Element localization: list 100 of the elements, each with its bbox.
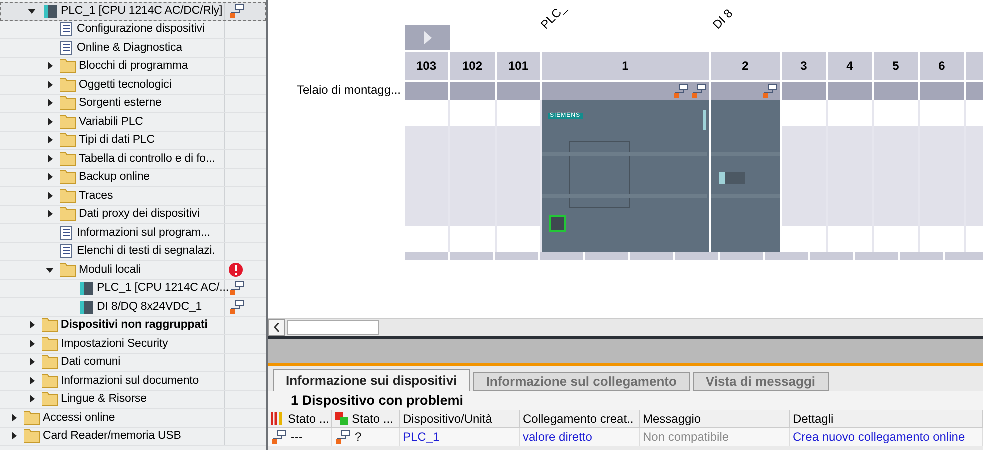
column-header[interactable]: Stato ... [332,410,400,428]
document-icon [60,244,74,258]
device-module-icon [42,4,58,18]
column-header[interactable]: Dispositivo/Unità [400,410,520,428]
table-cell[interactable]: valore diretto [520,428,640,446]
tree-item[interactable]: Card Reader/memoria USB [0,428,266,446]
column-title: Stato ... [352,412,394,426]
table-cell[interactable]: Crea nuovo collegamento online [790,428,983,446]
tree-item[interactable]: Configurazione dispositivi [0,20,266,39]
column-title: Messaggio [643,412,702,426]
scroll-left-button[interactable] [268,319,285,336]
tree-item-label: Configurazione dispositivi [77,23,205,36]
module-name-label: DI 8 [710,6,736,32]
chevron-left-icon [274,323,280,332]
cell-link[interactable]: valore diretto [523,430,592,444]
tab[interactable]: Vista di messaggi [692,372,828,391]
tree-item[interactable]: Moduli locali [0,261,266,280]
folder-icon [42,392,58,406]
tree-item-label: Informazioni sul program... [77,226,210,239]
tree-item-label: Dati comuni [61,356,121,368]
tree-item-label: Accessi online [43,412,116,424]
cell-text: --- [291,430,303,444]
folder-icon [60,133,76,148]
folder-icon [60,78,76,92]
folder-icon [42,318,58,332]
tree-item-label: Traces [79,190,114,202]
module-name-label: PLC_ [538,0,570,32]
tree-item-label: Sorgenti esterne [79,97,162,110]
column-header[interactable]: Stato ... [268,410,332,428]
tree-item-label: Lingue & Risorse [61,393,147,406]
column-header[interactable]: Dettagli [790,410,983,428]
rack-label: Telaio di montagg... [296,82,402,99]
tree-item[interactable]: PLC_1 [CPU 1214C AC/DC/Rly] [0,2,266,20]
tree-item[interactable]: Oggetti tecnologici [0,76,266,94]
folder-icon [60,170,76,184]
tree-item[interactable]: DI 8/DQ 8x24VDC_1 [0,298,266,316]
tree-item-label: Dati proxy dei dispositivi [79,208,200,220]
tree-item[interactable]: PLC_1 [CPU 1214C AC/... [0,280,266,298]
folder-icon [42,355,58,370]
tree-item[interactable]: Sorgenti esterne [0,94,266,113]
tree-item-label: PLC_1 [CPU 1214C AC/DC/Rly] [61,4,223,17]
tree-item[interactable]: Elenchi di testi di segnalazi. [0,242,266,261]
slot-header: 1 [542,52,711,80]
tab[interactable]: Informazione sui dispositivi [273,369,470,391]
tree-item-label: PLC_1 [CPU 1214C AC/... [97,282,229,294]
folder-icon [60,188,76,203]
folder-icon [42,336,58,351]
tree-item-label: Backup online [79,171,150,184]
slot-header: 103 [405,52,450,80]
tree-item[interactable]: Tipi di dati PLC [0,132,266,150]
tree-item[interactable]: Traces [0,187,266,206]
slot-bar [450,80,497,100]
tree-item[interactable]: Backup online [0,168,266,187]
tree-item-label: Card Reader/memoria USB [43,430,182,442]
tree-item[interactable]: Informazioni sul documento [0,372,266,390]
tree-item[interactable]: Impostazioni Security [0,335,266,354]
tree-item[interactable]: Online & Diagnostica [0,39,266,58]
tree-item[interactable]: Dispositivi non raggruppati [0,316,266,335]
tree-item[interactable]: Accessi online [0,409,266,428]
section-heading: 1 Dispositivo con problemi [268,391,983,410]
scrollbar-thumb[interactable] [287,320,379,335]
column-header[interactable]: Messaggio [640,410,790,428]
folder-icon [60,59,76,74]
tree-item[interactable]: Blocchi di programma [0,58,266,76]
device-module-icon [78,281,94,296]
folder-icon [24,429,40,444]
tree-item-label: Informazioni sul documento [61,374,200,387]
slot-header: 101 [497,52,542,80]
document-icon [60,22,74,36]
status-squares-icon [335,412,349,425]
play-arrow-icon [424,30,432,44]
tree-item[interactable]: Lingue & Risorse [0,390,266,409]
tools-icon [271,412,285,425]
document-icon [60,40,74,55]
slot-header: 5 [874,52,920,80]
tree-item-label: Blocchi di programma [79,60,188,72]
column-header[interactable]: Collegamento creat.. [520,410,640,428]
folder-icon [60,207,76,222]
tree-item-label: Online & Diagnostica [77,42,182,54]
slot-header: 4 [828,52,874,80]
tree-item-label: Tabella di controllo e di fo... [79,152,216,165]
tab[interactable]: Informazione sul collegamento [473,372,690,391]
column-title: Collegamento creat.. [523,412,634,426]
tree-item[interactable]: Informazioni sul program... [0,224,266,242]
slot-header: 6 [920,52,966,80]
column-title: Stato ... [288,412,330,426]
cell-link[interactable]: Crea nuovo collegamento online [793,430,966,444]
tree-item[interactable]: Dati comuni [0,354,266,372]
tree-item[interactable]: Dati proxy dei dispositivi [0,206,266,224]
cell-link[interactable]: PLC_1 [403,430,440,444]
tree-item[interactable]: Tabella di controllo e di fo... [0,150,266,168]
slot-header: 3 [782,52,828,80]
folder-icon [60,114,76,129]
table-cell[interactable]: PLC_1 [400,428,520,446]
slot-bar [405,80,450,100]
folder-icon [60,262,76,277]
slot-header: 102 [450,52,497,80]
tree-item[interactable]: Variabili PLC [0,113,266,132]
tree-item-label: DI 8/DQ 8x24VDC_1 [97,300,202,313]
tree-item-label: Dispositivi non raggruppati [61,319,208,332]
